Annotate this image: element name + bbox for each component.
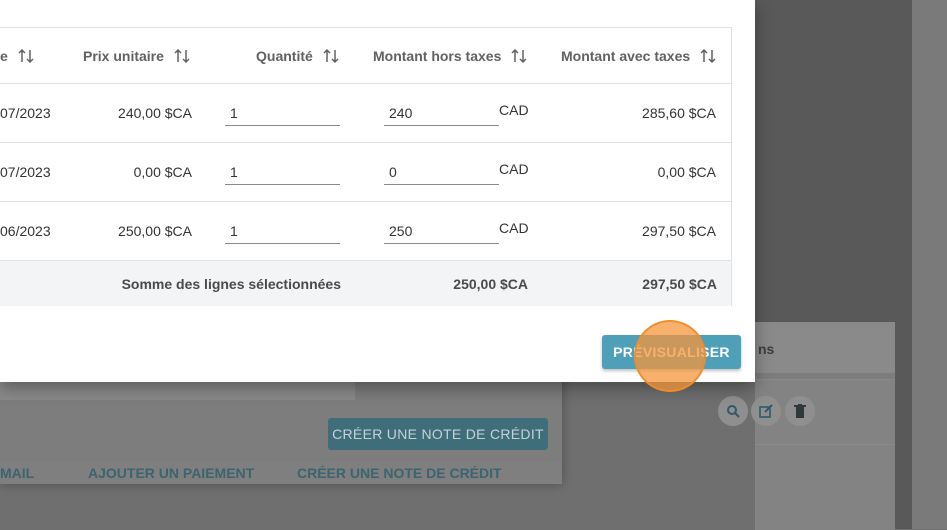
column-label: Montant hors taxes [373, 47, 502, 64]
edit-icon[interactable] [751, 396, 781, 426]
amount-incl-tax-cell: 297,50 $CA [642, 223, 716, 239]
table-row: 07/2023 240,00 $CA CAD 285,60 $CA [0, 84, 731, 143]
invoice-lines-table: e Prix unitaire Quantité Montant hors ta… [0, 27, 732, 306]
column-unit-price-header[interactable]: Prix unitaire [83, 28, 190, 83]
background-tabs: MAIL AJOUTER UN PAIEMENT CRÉER UNE NOTE … [0, 462, 562, 484]
amount-input[interactable] [384, 218, 499, 244]
background-card: ns [718, 322, 895, 530]
table-row: 06/2023 250,00 $CA CAD 297,50 $CA [0, 202, 731, 261]
delete-icon[interactable] [785, 396, 815, 426]
column-label: e [0, 47, 8, 64]
quantity-input[interactable] [225, 218, 340, 244]
table-header: e Prix unitaire Quantité Montant hors ta… [0, 28, 731, 84]
currency-label: CAD [499, 102, 529, 118]
create-credit-note-button[interactable]: CRÉER UNE NOTE DE CRÉDIT [328, 418, 548, 450]
unit-price-cell: 240,00 $CA [118, 105, 192, 121]
tab-add-payment[interactable]: AJOUTER UN PAIEMENT [88, 465, 254, 481]
column-label: Montant avec taxes [561, 47, 691, 64]
column-label: Prix unitaire [83, 47, 164, 64]
search-icon[interactable] [718, 396, 748, 426]
total-excl-tax: 250,00 $CA [453, 275, 528, 292]
date-cell: 06/2023 [0, 223, 51, 239]
table-row: 07/2023 0,00 $CA CAD 0,00 $CA [0, 143, 731, 202]
column-date-header[interactable]: e [0, 28, 34, 83]
background-strip [912, 0, 947, 529]
amount-incl-tax-cell: 0,00 $CA [657, 164, 716, 180]
date-cell: 07/2023 [0, 105, 51, 121]
selected-sum-label: Somme des lignes sélectionnées [121, 275, 341, 292]
sort-icon[interactable] [18, 48, 34, 64]
column-amount-incl-tax-header[interactable]: Montant avec taxes [561, 28, 716, 83]
background-card-header: ns [755, 322, 895, 373]
sort-icon[interactable] [700, 48, 716, 64]
quantity-input[interactable] [225, 100, 340, 126]
tab-create-credit-note[interactable]: CRÉER UNE NOTE DE CRÉDIT [297, 465, 502, 481]
column-quantity-header[interactable]: Quantité [256, 28, 339, 83]
sort-icon[interactable] [323, 48, 339, 64]
total-incl-tax: 297,50 $CA [642, 275, 717, 292]
amount-incl-tax-cell: 285,60 $CA [642, 105, 716, 121]
preview-button[interactable]: PRÉVISUALISER [602, 335, 741, 369]
currency-label: CAD [499, 220, 529, 236]
unit-price-cell: 0,00 $CA [133, 164, 192, 180]
tab-mail[interactable]: MAIL [0, 465, 34, 481]
column-label: Quantité [256, 47, 313, 64]
date-cell: 07/2023 [0, 164, 51, 180]
amount-input[interactable] [384, 159, 499, 185]
background-card-header-text: ns [758, 341, 775, 357]
table-footer: Somme des lignes sélectionnées 250,00 $C… [0, 261, 731, 306]
preview-modal: e Prix unitaire Quantité Montant hors ta… [0, 0, 755, 382]
sort-icon[interactable] [511, 48, 527, 64]
background-card-row [755, 444, 895, 530]
sort-icon[interactable] [174, 48, 190, 64]
amount-input[interactable] [384, 100, 499, 126]
unit-price-cell: 250,00 $CA [118, 223, 192, 239]
quantity-input[interactable] [225, 159, 340, 185]
column-amount-excl-tax-header[interactable]: Montant hors taxes [373, 28, 527, 83]
currency-label: CAD [499, 161, 529, 177]
